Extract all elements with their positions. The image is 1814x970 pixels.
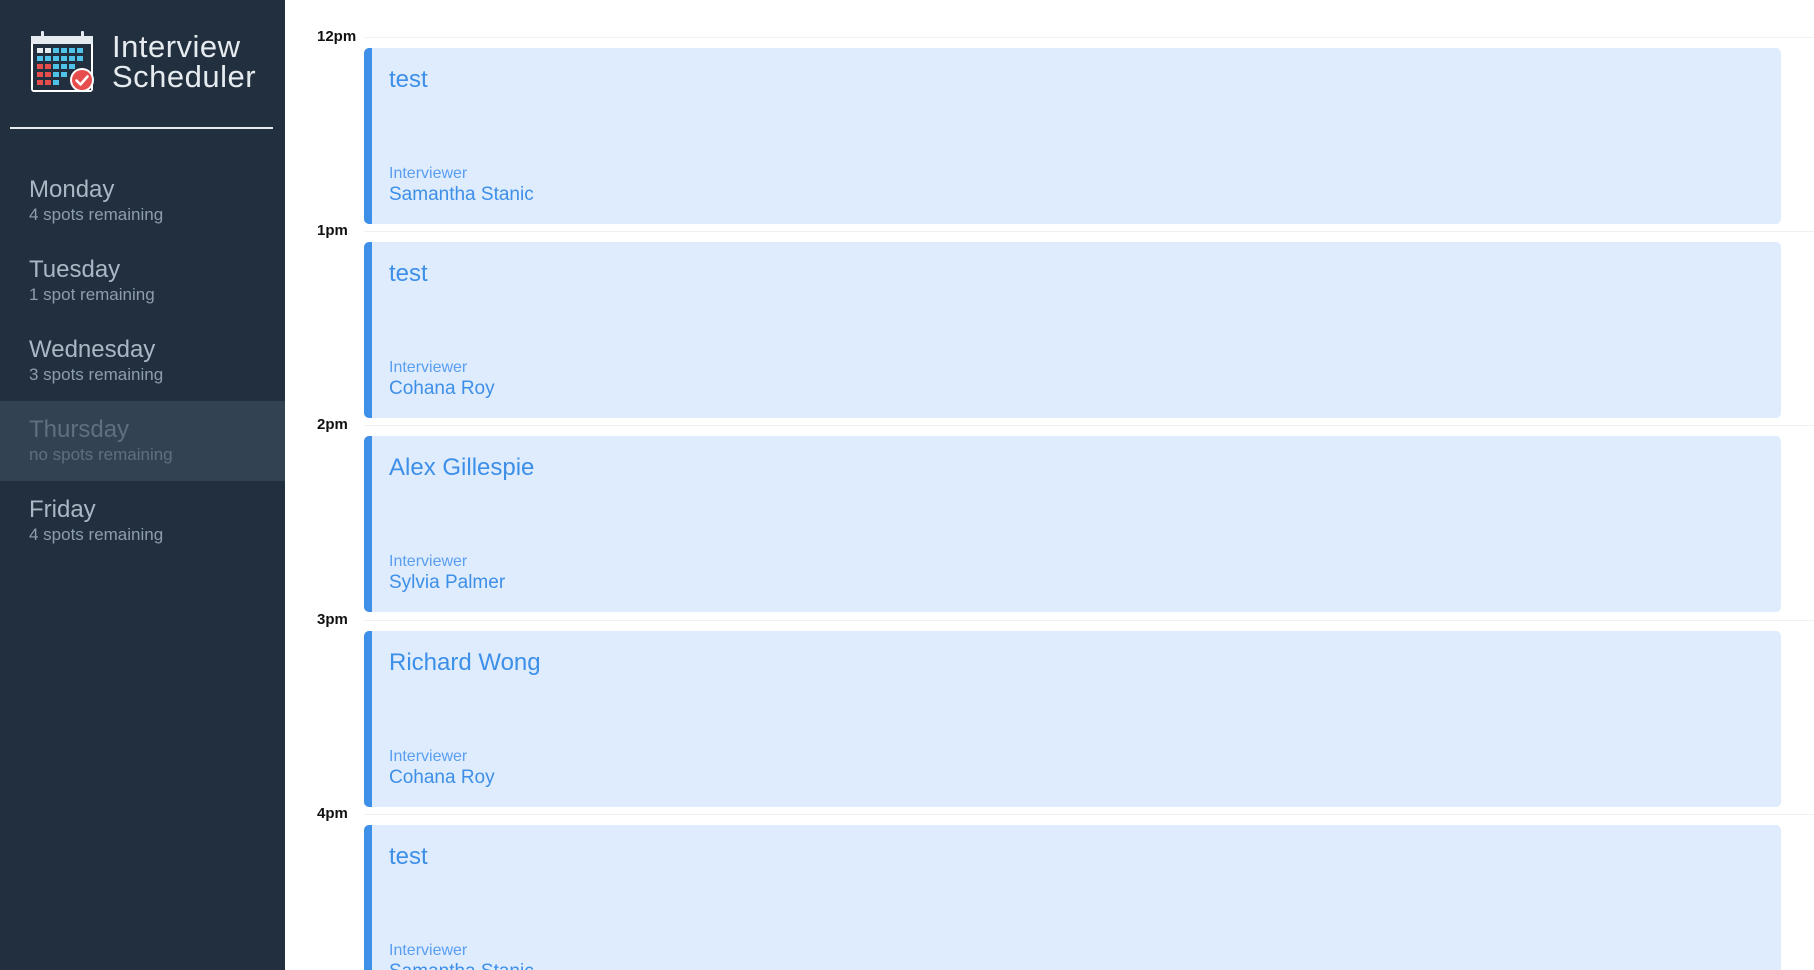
interviewer-name: Samantha Stanic: [389, 961, 534, 970]
day-name: Wednesday: [29, 336, 156, 363]
appointment-card[interactable]: test Interviewer Samantha Stanic: [364, 48, 1781, 224]
interviewer-label: Interviewer: [389, 359, 468, 376]
day-spots: no spots remaining: [29, 445, 173, 464]
appointment-slot: 12pm test Interviewer Samantha Stanic: [285, 28, 1812, 233]
student-name: test: [389, 843, 428, 870]
interviewer-name: Sylvia Palmer: [389, 572, 506, 593]
day-item-wednesday[interactable]: Wednesday 3 spots remaining: [0, 321, 285, 401]
sidebar-divider: [10, 127, 273, 129]
slot-time: 1pm: [317, 222, 348, 239]
appointment-slot: 4pm test Interviewer Samantha Stanic: [285, 805, 1814, 970]
interviewer-label: Interviewer: [389, 165, 468, 182]
appointment-slot: 2pm Alex Gillespie Interviewer Sylvia Pa…: [285, 416, 1814, 621]
appointment-card[interactable]: Alex Gillespie Interviewer Sylvia Palmer: [364, 436, 1781, 612]
slot-time: 12pm: [317, 28, 357, 45]
slot-divider: [364, 425, 1814, 426]
slot-divider: [364, 231, 1814, 232]
interviewer-label: Interviewer: [389, 748, 468, 765]
day-item-monday[interactable]: Monday 4 spots remaining: [0, 161, 285, 241]
schedule-top-divider: [364, 37, 1814, 38]
day-name: Monday: [29, 176, 115, 203]
day-item-tuesday[interactable]: Tuesday 1 spot remaining: [0, 241, 285, 321]
day-list: Monday 4 spots remaining Tuesday 1 spot …: [0, 161, 285, 561]
slot-time: 2pm: [317, 416, 348, 433]
interviewer-name: Cohana Roy: [389, 767, 495, 788]
day-spots: 1 spot remaining: [29, 285, 155, 304]
interviewer-label: Interviewer: [389, 942, 468, 959]
day-item-thursday[interactable]: Thursday no spots remaining: [0, 401, 285, 481]
appointment-slot: 1pm test Interviewer Cohana Roy: [285, 222, 1814, 427]
slot-time: 4pm: [317, 805, 348, 822]
app: Interview Scheduler Monday 4 spots remai…: [0, 0, 1814, 970]
day-spots: 4 spots remaining: [29, 205, 164, 224]
appointment-slot: 3pm Richard Wong Interviewer Cohana Roy: [285, 611, 1814, 816]
app-title-line1: Interview: [112, 29, 241, 64]
day-name: Tuesday: [29, 256, 121, 283]
appointment-card[interactable]: Richard Wong Interviewer Cohana Roy: [364, 631, 1781, 807]
logo: Interview Scheduler: [29, 30, 256, 94]
student-name: test: [389, 66, 428, 93]
app-title: Interview Scheduler: [112, 29, 257, 94]
appointment-card[interactable]: test Interviewer Samantha Stanic: [364, 825, 1781, 970]
day-name: Friday: [29, 496, 96, 523]
slot-divider: [364, 814, 1814, 815]
schedule: 12pm test Interviewer Samantha Stanic 1p…: [285, 0, 1814, 970]
student-name: Alex Gillespie: [389, 454, 535, 481]
interviewer-name: Cohana Roy: [389, 378, 495, 399]
interviewer-name: Samantha Stanic: [389, 184, 534, 205]
day-item-friday[interactable]: Friday 4 spots remaining: [0, 481, 285, 561]
day-spots: 3 spots remaining: [29, 365, 164, 384]
student-name: test: [389, 260, 428, 287]
student-name: Richard Wong: [389, 649, 541, 676]
day-name: Thursday: [29, 416, 130, 443]
day-spots: 4 spots remaining: [29, 525, 164, 544]
slot-divider: [364, 620, 1814, 621]
interviewer-label: Interviewer: [389, 553, 468, 570]
appointment-card[interactable]: test Interviewer Cohana Roy: [364, 242, 1781, 418]
calendar-check-icon: [31, 31, 94, 92]
app-title-line2: Scheduler: [112, 59, 257, 94]
sidebar: Interview Scheduler Monday 4 spots remai…: [0, 0, 285, 970]
slot-time: 3pm: [317, 611, 348, 628]
